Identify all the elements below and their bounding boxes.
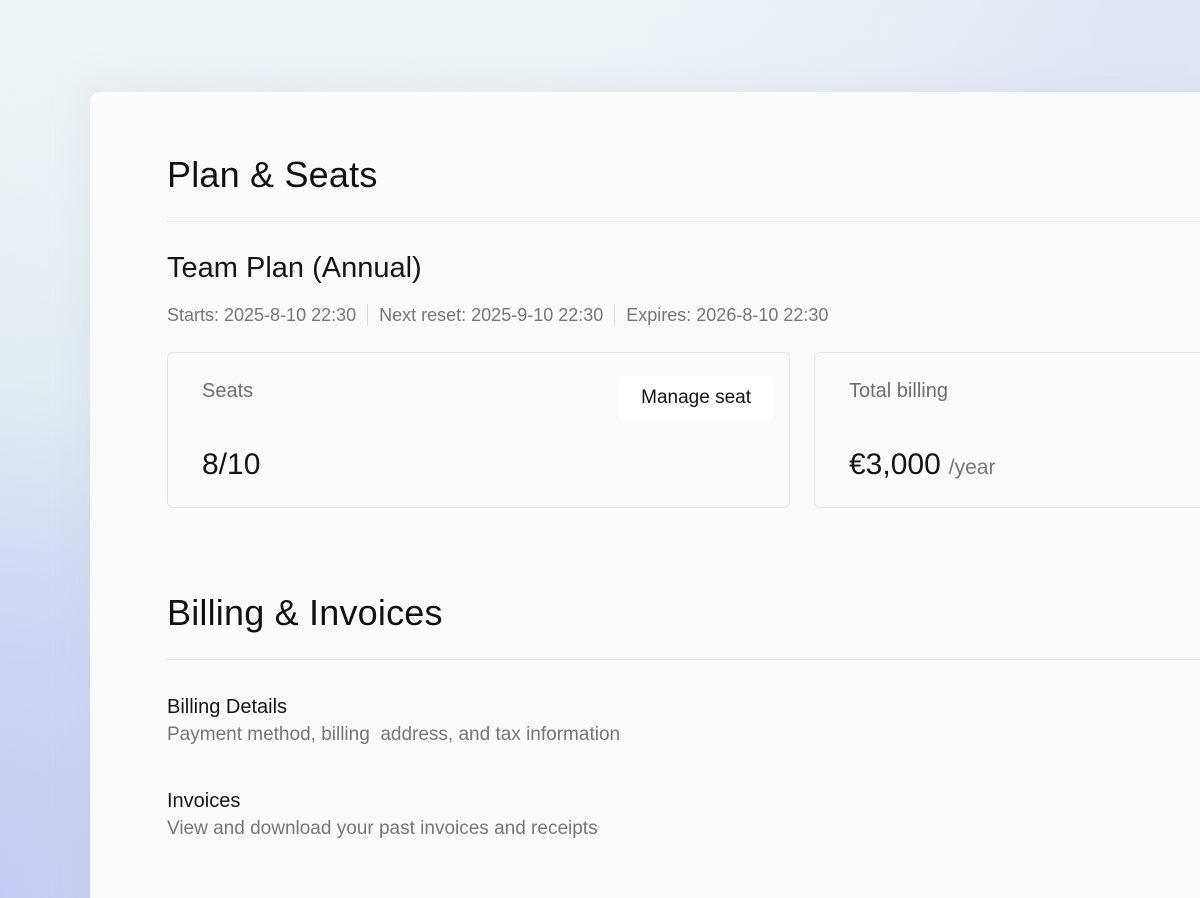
invoices-item[interactable]: Invoices View and download your past inv… [167, 791, 598, 838]
total-billing-value: €3,000 /year [849, 448, 995, 482]
plan-meta-row: Starts: 2025-8-10 22:30 Next reset: 2025… [167, 304, 828, 326]
invoices-title: Invoices [167, 790, 241, 812]
billing-details-title: Billing Details [167, 696, 288, 718]
total-billing-label: Total billing [849, 380, 948, 402]
billing-amount: €3,000 [849, 448, 941, 481]
meta-separator [614, 304, 616, 326]
billing-period: /year [948, 456, 996, 479]
seats-value: 8/10 [202, 448, 261, 481]
billing-section-title: Billing & Invoices [167, 592, 443, 633]
billing-details-description: Payment method, billing address, and tax… [167, 724, 621, 745]
plan-name: Team Plan (Annual) [167, 252, 422, 284]
plan-expiry-date: Expires: 2026-8-10 22:30 [626, 304, 829, 325]
plan-section-divider [167, 221, 1200, 222]
plan-start-date: Starts: 2025-8-10 22:30 [167, 304, 357, 325]
plan-section-title: Plan & Seats [167, 154, 378, 195]
invoices-description: View and download your past invoices and… [167, 818, 598, 839]
seats-label: Seats [202, 380, 254, 402]
billing-section-divider [167, 659, 1200, 660]
total-billing-card: Total billing €3,000 /year [814, 352, 1200, 508]
meta-separator [367, 304, 369, 326]
manage-seat-button[interactable]: Manage seat [618, 375, 774, 421]
billing-details-item[interactable]: Billing Details Payment method, billing … [167, 697, 620, 744]
seats-card: Seats Manage seat 8/10 [167, 352, 790, 508]
settings-panel: Plan & Seats Team Plan (Annual) Starts: … [90, 92, 1200, 898]
plan-next-reset: Next reset: 2025-9-10 22:30 [379, 304, 604, 325]
